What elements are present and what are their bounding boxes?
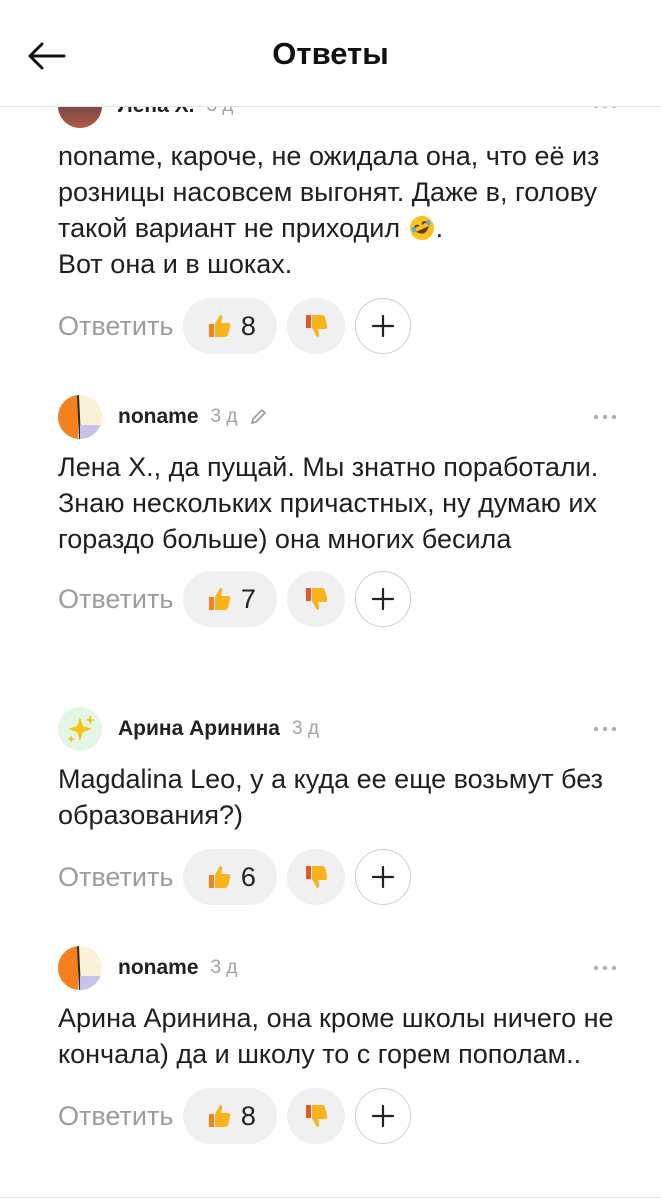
- sparkles-icon: [58, 707, 102, 751]
- plus-icon: [372, 1104, 395, 1128]
- avatar[interactable]: [58, 946, 102, 990]
- comment-time: 3 д: [210, 406, 238, 427]
- page-title: Ответы: [272, 36, 389, 71]
- dislike-button[interactable]: [287, 1088, 346, 1144]
- add-reaction-button[interactable]: [355, 298, 412, 354]
- avatar[interactable]: [58, 395, 102, 439]
- comment-meta: noname 3 д: [58, 395, 630, 439]
- like-count: 8: [240, 310, 256, 341]
- more-options-button[interactable]: [590, 717, 620, 741]
- thumbs-up-icon: [208, 588, 231, 610]
- edited-pencil-icon: [249, 408, 267, 426]
- more-dots-icon: [593, 965, 617, 971]
- comment-meta: noname 3 д: [58, 946, 630, 990]
- like-button[interactable]: 6: [183, 849, 278, 905]
- thumbs-up-icon: [208, 315, 231, 337]
- dislike-button[interactable]: [287, 571, 346, 627]
- rofl-emoji-icon: [409, 216, 434, 240]
- comment-text: Лена Х., да пущай. Мы знатно поработали.…: [58, 452, 599, 554]
- author-name[interactable]: noname: [118, 405, 199, 429]
- like-count: 8: [240, 1100, 256, 1131]
- like-button[interactable]: 7: [183, 571, 278, 627]
- comment-actions: Ответить 8: [58, 1086, 630, 1146]
- like-count: 7: [240, 583, 256, 614]
- more-options-button[interactable]: [590, 956, 620, 980]
- thumbs-down-icon: [306, 588, 328, 610]
- thumbs-down-icon: [306, 1105, 328, 1127]
- author-name[interactable]: Арина Аринина: [118, 717, 280, 741]
- comment-item: Лена Х. 3 д noname, кароче, не ожидала о…: [58, 84, 630, 356]
- plus-icon: [372, 587, 395, 611]
- comment-actions: Ответить 6: [58, 847, 630, 907]
- like-button[interactable]: 8: [183, 298, 278, 354]
- comment-item: Арина Аринина 3 д Magdalina Leo, у а куд…: [58, 707, 630, 907]
- like-count: 6: [240, 861, 256, 892]
- reply-button[interactable]: Ответить: [58, 1101, 173, 1132]
- thumbs-up-icon: [208, 1105, 231, 1127]
- dislike-button[interactable]: [287, 298, 346, 354]
- author-name[interactable]: noname: [118, 956, 199, 980]
- comment-time: 3 д: [210, 957, 238, 978]
- reply-button[interactable]: Ответить: [58, 584, 173, 615]
- more-dots-icon: [593, 414, 617, 420]
- top-bar: Ответы: [0, 0, 661, 107]
- comment-actions: Ответить 7: [58, 569, 630, 629]
- divider: [0, 1197, 661, 1198]
- comment-text: Арина Аринина, она кроме школы ничего не…: [58, 1003, 614, 1069]
- add-reaction-button[interactable]: [355, 1088, 412, 1144]
- plus-icon: [372, 865, 395, 889]
- avatar-image: [58, 946, 102, 990]
- reply-button[interactable]: Ответить: [58, 862, 173, 893]
- reply-button[interactable]: Ответить: [58, 311, 173, 342]
- add-reaction-button[interactable]: [355, 849, 412, 905]
- thumbs-down-icon: [306, 866, 328, 888]
- comment-item: noname 3 д Лена Х., да пущай. Мы знатно …: [58, 395, 630, 629]
- comment-time: 3 д: [291, 718, 319, 739]
- more-options-button[interactable]: [590, 405, 620, 429]
- dislike-button[interactable]: [287, 849, 346, 905]
- comment-text: Magdalina Leo, у а куда ее еще возьмут б…: [58, 764, 604, 830]
- avatar[interactable]: [58, 707, 102, 751]
- thumbs-down-icon: [306, 315, 328, 337]
- comment-meta: Арина Аринина 3 д: [58, 707, 630, 751]
- plus-icon: [372, 314, 395, 338]
- comment-text: noname, кароче, не ожидала она, что её и…: [58, 141, 600, 279]
- more-dots-icon: [593, 726, 617, 732]
- comment-actions: Ответить 8: [58, 296, 630, 356]
- like-button[interactable]: 8: [183, 1088, 278, 1144]
- thumbs-up-icon: [208, 866, 231, 888]
- add-reaction-button[interactable]: [355, 571, 412, 627]
- avatar-image: [58, 395, 102, 439]
- comment-item: noname 3 д Арина Аринина, она кроме школ…: [58, 946, 630, 1146]
